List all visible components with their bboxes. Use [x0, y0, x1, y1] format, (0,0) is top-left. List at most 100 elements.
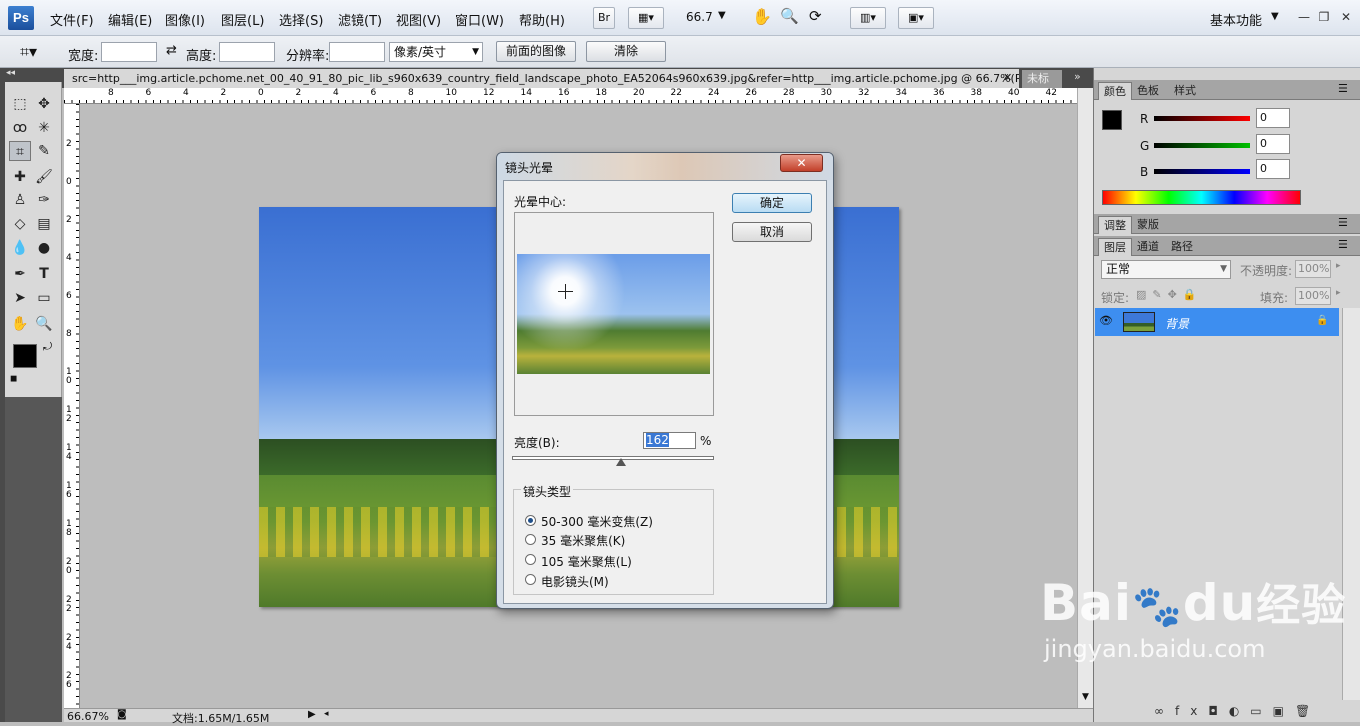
minimize-icon[interactable]: —	[1294, 8, 1314, 26]
zoom-tool-icon[interactable]: 🔍	[33, 314, 55, 334]
zoom-icon[interactable]: 🔍	[780, 7, 799, 25]
chevron-down-icon[interactable]: ▼	[1271, 11, 1279, 22]
marquee-tool-icon[interactable]: ⬚	[9, 94, 31, 114]
dialog-close-button[interactable]: ✕	[780, 154, 823, 172]
opacity-input[interactable]: 100%	[1295, 260, 1331, 278]
zoom-dropdown-icon[interactable]: ▼	[718, 10, 726, 21]
default-colors-icon[interactable]: ◼	[10, 374, 17, 384]
resolution-input[interactable]	[329, 42, 385, 62]
g-input[interactable]: 0	[1256, 134, 1290, 154]
menu-layer[interactable]: 图层(L)	[221, 10, 264, 29]
b-input[interactable]: 0	[1256, 159, 1290, 179]
clear-button[interactable]: 清除	[586, 41, 666, 62]
brush-tool-icon[interactable]: 🖌	[33, 167, 55, 187]
history-brush-tool-icon[interactable]: ✑	[33, 190, 55, 210]
zoom-level[interactable]: 66.7	[686, 10, 713, 24]
layer-row-background[interactable]: 👁 背景 🔒	[1095, 308, 1339, 336]
document-tab[interactable]: src=http___img.article.pchome.net_00_40_…	[64, 69, 1019, 88]
lens-35-label[interactable]: 35 毫米聚焦(K)	[541, 532, 625, 549]
lens-35-radio[interactable]	[525, 534, 536, 545]
lens-50-300-radio[interactable]	[525, 515, 536, 526]
brightness-slider[interactable]	[512, 456, 714, 460]
arrange-documents-icon[interactable]: ▥▾	[850, 7, 886, 29]
b-slider[interactable]	[1154, 169, 1250, 174]
status-zoom[interactable]: 66.67%	[67, 710, 109, 723]
r-slider[interactable]	[1154, 116, 1250, 121]
crop-icon[interactable]: ⌗▾	[20, 42, 37, 62]
blend-mode-select[interactable]: 正常 ▼	[1101, 260, 1231, 279]
layers-footer-icons[interactable]: ∞fx◘◐▭▣🗑	[1154, 704, 1321, 718]
scroll-down-icon[interactable]: ▼	[1082, 692, 1089, 702]
close-icon[interactable]: ✕	[1336, 8, 1356, 26]
hand-icon[interactable]: ✋	[752, 7, 772, 26]
bridge-button[interactable]: Br	[593, 7, 615, 29]
rotate-view-icon[interactable]: ⟳	[809, 7, 822, 25]
swap-icon[interactable]: ⇄	[166, 43, 177, 58]
lens-50-300-label[interactable]: 50-300 毫米变焦(Z)	[541, 513, 653, 530]
tab-adjustments[interactable]: 调整	[1098, 216, 1132, 234]
tab-masks[interactable]: 蒙版	[1132, 216, 1164, 234]
type-tool-icon[interactable]: T	[33, 264, 55, 284]
status-menu-icon[interactable]: ▶	[308, 709, 316, 720]
menu-edit[interactable]: 编辑(E)	[108, 10, 152, 29]
g-slider[interactable]	[1154, 143, 1250, 148]
lens-movie-label[interactable]: 电影镜头(M)	[541, 573, 609, 590]
lens-105-label[interactable]: 105 毫米聚焦(L)	[541, 553, 632, 570]
menu-select[interactable]: 选择(S)	[279, 10, 323, 29]
move-tool-icon[interactable]: ✥	[33, 94, 55, 114]
flare-preview-image[interactable]	[517, 254, 710, 374]
tab-close-icon[interactable]: ✕	[1003, 71, 1012, 84]
tab-paths[interactable]: 路径	[1166, 238, 1198, 256]
workspace-switcher[interactable]: 基本功能	[1210, 10, 1262, 29]
fill-slider-icon[interactable]: ▸	[1336, 288, 1341, 298]
crop-tool-icon[interactable]: ⌗	[9, 141, 31, 161]
ok-button[interactable]: 确定	[732, 193, 812, 213]
brightness-slider-thumb[interactable]	[616, 458, 627, 466]
clone-stamp-tool-icon[interactable]: ♙	[9, 190, 31, 210]
opacity-slider-icon[interactable]: ▸	[1336, 261, 1341, 271]
cancel-button[interactable]: 取消	[732, 222, 812, 242]
hand-tool-icon[interactable]: ✋	[9, 314, 31, 334]
panel-menu-icon[interactable]: ☰	[1338, 82, 1348, 95]
foreground-color-swatch[interactable]	[13, 344, 37, 368]
visibility-eye-icon[interactable]: 👁	[1099, 314, 1113, 327]
gradient-tool-icon[interactable]: ▤	[33, 214, 55, 234]
screen-mode-icon[interactable]: ▣▾	[898, 7, 934, 29]
panel-menu-icon[interactable]: ☰	[1338, 216, 1348, 229]
menu-file[interactable]: 文件(F)	[50, 10, 94, 29]
menu-image[interactable]: 图像(I)	[165, 10, 205, 29]
mini-bridge-icon[interactable]: ▦▾	[628, 7, 664, 29]
height-input[interactable]	[219, 42, 275, 62]
tab-styles[interactable]: 样式	[1169, 82, 1201, 100]
collapse-icon[interactable]: ◂◂	[6, 68, 15, 78]
panel-menu-icon[interactable]: ☰	[1338, 238, 1348, 251]
layer-name[interactable]: 背景	[1165, 315, 1189, 332]
unit-select[interactable]: 像素/英寸 ▼	[389, 42, 483, 62]
foreground-color-swatch[interactable]	[1102, 110, 1122, 130]
color-spectrum-bar[interactable]	[1102, 190, 1301, 205]
healing-brush-tool-icon[interactable]: ✚	[9, 167, 31, 187]
tab-swatches[interactable]: 色板	[1132, 82, 1164, 100]
brightness-input[interactable]: 162	[643, 432, 696, 449]
width-input[interactable]	[101, 42, 157, 62]
front-image-button[interactable]: 前面的图像	[496, 41, 576, 62]
menu-view[interactable]: 视图(V)	[396, 10, 441, 29]
magic-wand-tool-icon[interactable]: ✳	[33, 118, 55, 138]
menu-window[interactable]: 窗口(W)	[455, 10, 504, 29]
eyedropper-tool-icon[interactable]: ✎	[33, 141, 55, 161]
menu-help[interactable]: 帮助(H)	[519, 10, 565, 29]
document-tab-2[interactable]: 未标	[1022, 70, 1062, 88]
tab-color[interactable]: 颜色	[1098, 82, 1132, 100]
dodge-tool-icon[interactable]: ●	[33, 238, 55, 258]
shape-tool-icon[interactable]: ▭	[33, 288, 55, 308]
eraser-tool-icon[interactable]: ◇	[9, 214, 31, 234]
blur-tool-icon[interactable]: 💧	[9, 238, 31, 258]
swap-colors-icon[interactable]: ⤾	[43, 340, 52, 354]
flare-center-crosshair-vertical[interactable]	[565, 284, 566, 299]
tab-layers[interactable]: 图层	[1098, 238, 1132, 256]
restore-icon[interactable]: ❐	[1314, 8, 1334, 26]
tab-channels[interactable]: 通道	[1132, 238, 1164, 256]
fill-input[interactable]: 100%	[1295, 287, 1331, 305]
r-input[interactable]: 0	[1256, 108, 1290, 128]
lasso-tool-icon[interactable]: ꝏ	[9, 118, 31, 138]
